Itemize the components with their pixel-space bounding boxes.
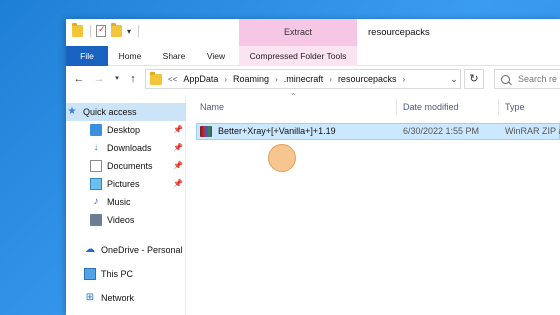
breadcrumb-item[interactable]: Roaming xyxy=(233,74,269,84)
star-icon: ★ xyxy=(67,106,77,117)
music-icon: ♪ xyxy=(93,196,99,207)
sidebar-item-this-pc[interactable]: This PC xyxy=(66,265,186,283)
address-bar[interactable]: << AppData › Roaming › .minecraft › reso… xyxy=(145,69,461,89)
refresh-icon[interactable]: ↻ xyxy=(464,69,484,89)
file-type: WinRAR ZIP ar xyxy=(505,126,560,136)
ribbon-tabs: File Home Share View Compressed Folder T… xyxy=(66,46,560,66)
tab-view[interactable]: View xyxy=(200,46,232,66)
breadcrumb-item[interactable]: .minecraft xyxy=(284,74,324,84)
sidebar-item-quick-access[interactable]: ★ Quick access xyxy=(66,103,186,121)
breadcrumb-item[interactable]: resourcepacks xyxy=(338,74,397,84)
videos-icon xyxy=(90,214,102,226)
sidebar-item-label: Downloads xyxy=(107,143,152,153)
sidebar-item-downloads[interactable]: ↓ Downloads 📌 xyxy=(66,139,186,157)
sidebar-item-documents[interactable]: Documents 📌 xyxy=(66,157,186,175)
address-history-chevron-icon[interactable]: ⌄ xyxy=(447,69,461,89)
recent-locations-chevron-icon[interactable]: ▾ xyxy=(110,71,124,87)
pin-icon[interactable]: 📌 xyxy=(173,179,183,188)
pictures-icon xyxy=(90,178,102,190)
file-list: ⌃ Name Date modified Type Better+Xray+[+… xyxy=(190,92,560,315)
chevron-right-icon[interactable]: › xyxy=(329,75,332,84)
customize-toolbar-icon[interactable]: ▾ xyxy=(127,27,131,36)
column-header-name[interactable]: Name xyxy=(200,99,386,115)
pin-icon[interactable]: 📌 xyxy=(173,143,183,152)
this-pc-icon xyxy=(84,268,96,280)
pin-icon[interactable]: 📌 xyxy=(173,125,183,134)
sidebar-item-music[interactable]: ♪ Music xyxy=(66,193,186,211)
pin-icon[interactable]: 📌 xyxy=(173,161,183,170)
new-folder-icon[interactable] xyxy=(111,23,122,37)
breadcrumb-overflow-icon[interactable]: << xyxy=(168,75,177,84)
sidebar-item-onedrive[interactable]: ☁ OneDrive - Personal xyxy=(66,241,186,259)
column-header-date-modified[interactable]: Date modified xyxy=(396,99,498,115)
chevron-right-icon[interactable]: › xyxy=(224,75,227,84)
sidebar-item-label: Pictures xyxy=(107,179,140,189)
tab-share[interactable]: Share xyxy=(156,46,192,66)
sidebar-item-label: This PC xyxy=(101,269,134,279)
window-title: resourcepacks xyxy=(368,27,430,38)
file-name: Better+Xray+[+Vanilla+]+1.19 xyxy=(218,126,336,136)
navigation-bar: ← → ▾ ↑ << AppData › Roaming › .minecraf… xyxy=(66,66,560,92)
up-arrow-icon[interactable]: ↑ xyxy=(126,71,140,87)
back-arrow-icon[interactable]: ← xyxy=(72,71,86,87)
file-explorer-window: ▾ Extract resourcepacks File Home Share … xyxy=(66,19,560,315)
sidebar-item-label: Videos xyxy=(107,215,135,225)
sidebar-item-videos[interactable]: Videos xyxy=(66,211,186,229)
winrar-archive-icon xyxy=(200,126,212,137)
chevron-right-icon[interactable]: › xyxy=(275,75,278,84)
tab-home[interactable]: Home xyxy=(112,46,148,66)
title-bar: ▾ Extract resourcepacks xyxy=(66,19,560,46)
folder-icon[interactable] xyxy=(72,23,83,37)
downloads-icon: ↓ xyxy=(93,142,99,153)
navigation-pane: ★ Quick access Desktop 📌 ↓ Downloads 📌 D… xyxy=(66,95,186,315)
tab-file[interactable]: File xyxy=(66,46,108,66)
search-icon xyxy=(501,74,510,84)
chevron-right-icon[interactable]: › xyxy=(402,75,405,84)
sidebar-item-label: Music xyxy=(107,197,131,207)
toolbar-divider xyxy=(90,25,91,37)
desktop-icon xyxy=(90,124,102,136)
column-header-type[interactable]: Type xyxy=(498,99,560,115)
file-date-modified: 6/30/2022 1:55 PM xyxy=(403,126,480,136)
sidebar-item-desktop[interactable]: Desktop 📌 xyxy=(66,121,186,139)
forward-arrow-icon[interactable]: → xyxy=(92,71,106,87)
breadcrumb-item[interactable]: AppData xyxy=(183,74,218,84)
folder-icon xyxy=(150,71,162,85)
quick-access-toolbar: ▾ xyxy=(72,23,140,37)
documents-icon xyxy=(90,160,102,172)
sidebar-item-label: Desktop xyxy=(107,125,141,135)
network-icon: ⊞ xyxy=(85,292,95,303)
context-tab-group-label: Extract xyxy=(239,19,357,46)
table-row[interactable]: Better+Xray+[+Vanilla+]+1.19 6/30/2022 1… xyxy=(196,123,560,140)
sidebar-item-label: Documents xyxy=(107,161,153,171)
search-input[interactable]: Search re xyxy=(494,69,560,89)
sidebar-item-label: Quick access xyxy=(83,107,137,117)
sidebar-item-pictures[interactable]: Pictures 📌 xyxy=(66,175,186,193)
onedrive-icon: ☁ xyxy=(85,244,95,255)
tab-compressed-folder-tools[interactable]: Compressed Folder Tools xyxy=(239,46,357,66)
properties-icon[interactable] xyxy=(96,24,106,37)
sidebar-item-label: Network xyxy=(101,293,135,303)
toolbar-divider xyxy=(138,25,140,37)
sidebar-item-network[interactable]: ⊞ Network xyxy=(66,289,186,307)
search-placeholder: Search re xyxy=(518,74,558,84)
click-indicator xyxy=(268,144,296,172)
sidebar-item-label: OneDrive - Personal xyxy=(101,245,183,255)
